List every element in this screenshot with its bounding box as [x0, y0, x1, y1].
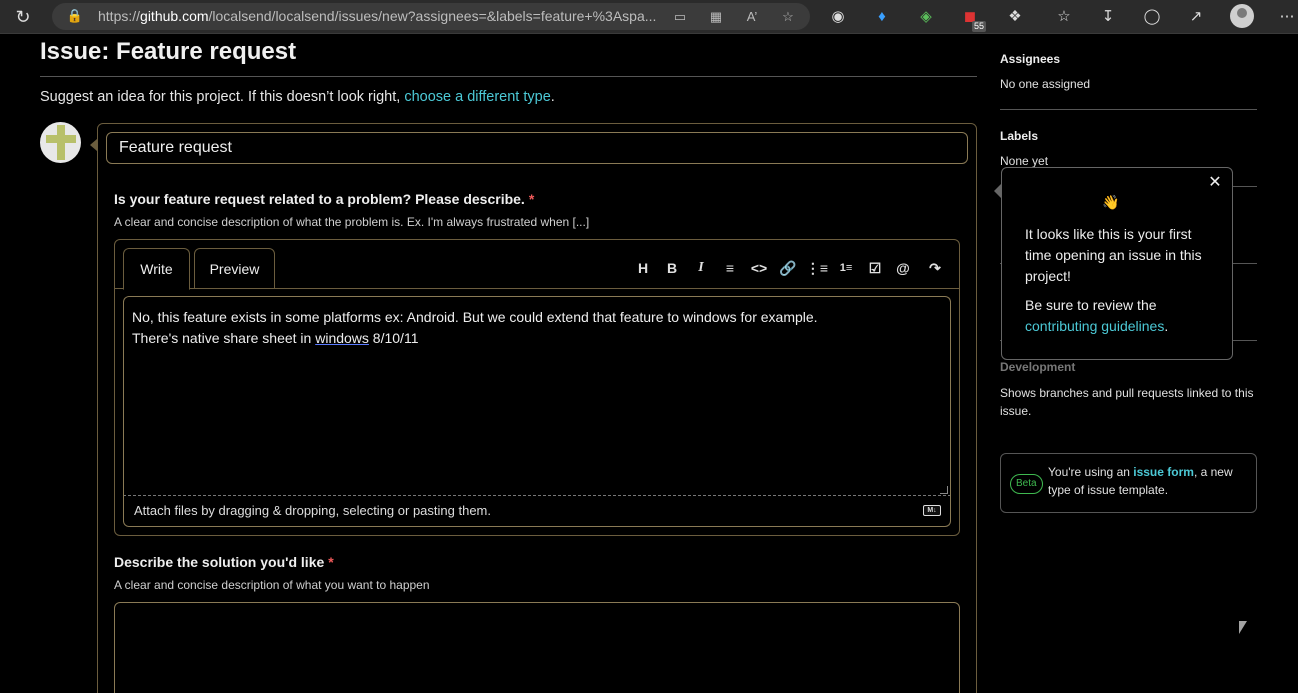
- required-mark: *: [528, 191, 535, 207]
- heading-icon[interactable]: H: [631, 257, 655, 279]
- required-mark: *: [328, 554, 334, 570]
- extension-gem-icon[interactable]: ♦: [870, 5, 894, 29]
- link-icon[interactable]: 🔗: [776, 257, 800, 279]
- labels-heading[interactable]: Labels: [1000, 129, 1038, 143]
- sidebar-divider: [1000, 109, 1257, 110]
- more-menu-icon[interactable]: ⋯: [1275, 5, 1298, 29]
- extensions-icon[interactable]: ❖: [1003, 5, 1027, 29]
- tab-preview[interactable]: Preview: [194, 248, 275, 289]
- close-icon[interactable]: ✕: [1206, 174, 1224, 192]
- code-icon[interactable]: <>: [747, 257, 771, 279]
- tab-write[interactable]: Write: [123, 248, 190, 290]
- q1-label: Is your feature request related to a pro…: [114, 191, 535, 207]
- favorite-add-icon[interactable]: ☆: [778, 7, 798, 27]
- issue-form-link[interactable]: issue form: [1133, 465, 1194, 479]
- browser-toolbar: ↻ 🔒 https://github.com/localsend/localse…: [0, 0, 1298, 34]
- extension-glasses-icon[interactable]: ◉: [826, 5, 850, 29]
- italic-icon[interactable]: I: [689, 257, 713, 279]
- popover-caret: [994, 184, 1001, 198]
- extension-ublock-icon[interactable]: ◼ 55: [958, 5, 986, 32]
- contributing-guidelines-link[interactable]: contributing guidelines: [1025, 318, 1164, 334]
- user-avatar[interactable]: [40, 122, 81, 163]
- form-caret: [90, 139, 97, 151]
- wave-icon: 👋: [1102, 194, 1120, 210]
- attach-files-bar[interactable]: Attach files by dragging & dropping, sel…: [123, 495, 951, 527]
- textarea-line-1: No, this feature exists in some platform…: [132, 309, 818, 325]
- solution-textarea[interactable]: [114, 602, 960, 693]
- mention-icon[interactable]: @: [891, 257, 915, 279]
- mouse-cursor: [1239, 621, 1247, 634]
- popover-guidelines: Be sure to review the contributing guide…: [1025, 297, 1169, 334]
- numbered-list-icon[interactable]: 1≡: [834, 257, 858, 279]
- app-available-icon[interactable]: ▭: [670, 7, 690, 27]
- reference-icon[interactable]: ↷: [923, 257, 947, 279]
- bulleted-list-icon[interactable]: ⋮≡: [805, 257, 829, 279]
- resize-handle[interactable]: [940, 486, 948, 494]
- task-list-icon[interactable]: ☑: [863, 257, 887, 279]
- read-aloud-icon[interactable]: A’: [742, 7, 762, 27]
- qr-icon[interactable]: ▦: [706, 7, 726, 27]
- bold-icon[interactable]: B: [660, 257, 684, 279]
- profile-avatar[interactable]: [1230, 4, 1254, 28]
- labels-value: None yet: [1000, 154, 1049, 168]
- title-divider: [40, 76, 977, 77]
- q2-description: A clear and concise description of what …: [114, 578, 430, 592]
- development-description: Shows branches and pull requests linked …: [1000, 386, 1254, 418]
- page-title: Issue: Feature request: [40, 38, 297, 65]
- downloads-icon[interactable]: ↧: [1096, 5, 1120, 29]
- reload-icon[interactable]: ↻: [12, 6, 34, 28]
- spellcheck-word: windows: [315, 330, 369, 346]
- q1-description: A clear and concise description of what …: [114, 215, 590, 229]
- suggest-text: Suggest an idea for this project. If thi…: [40, 89, 555, 105]
- extension-globe-icon[interactable]: ◈: [914, 5, 938, 29]
- favorites-icon[interactable]: ☆: [1052, 5, 1076, 29]
- url-text[interactable]: https://github.com/localsend/localsend/i…: [98, 8, 656, 24]
- address-bar[interactable]: 🔒 https://github.com/localsend/localsend…: [52, 3, 810, 30]
- textarea-line-2: There's native share sheet in windows 8/…: [132, 330, 419, 346]
- issue-title-input[interactable]: Feature request: [106, 132, 968, 164]
- share-icon[interactable]: ↗: [1184, 5, 1208, 29]
- development-heading[interactable]: Development: [1000, 360, 1075, 374]
- q2-label: Describe the solution you'd like *: [114, 554, 334, 570]
- beta-badge: Beta: [1010, 474, 1043, 494]
- extension-count-badge: 55: [971, 21, 986, 32]
- popover-message: It looks like this is your first time op…: [1025, 226, 1202, 284]
- lock-icon[interactable]: 🔒: [66, 7, 84, 25]
- beta-notice-text: You're using an issue form, a new type o…: [1048, 465, 1233, 497]
- browser-essentials-icon[interactable]: ◯: [1140, 5, 1164, 29]
- assignees-value: No one assigned: [1000, 77, 1091, 91]
- markdown-icon[interactable]: M↓: [923, 505, 941, 516]
- choose-type-link[interactable]: choose a different type: [404, 89, 550, 105]
- quote-icon[interactable]: ≡: [718, 257, 742, 279]
- assignees-heading[interactable]: Assignees: [1000, 52, 1060, 66]
- problem-textarea[interactable]: No, this feature exists in some platform…: [123, 296, 951, 496]
